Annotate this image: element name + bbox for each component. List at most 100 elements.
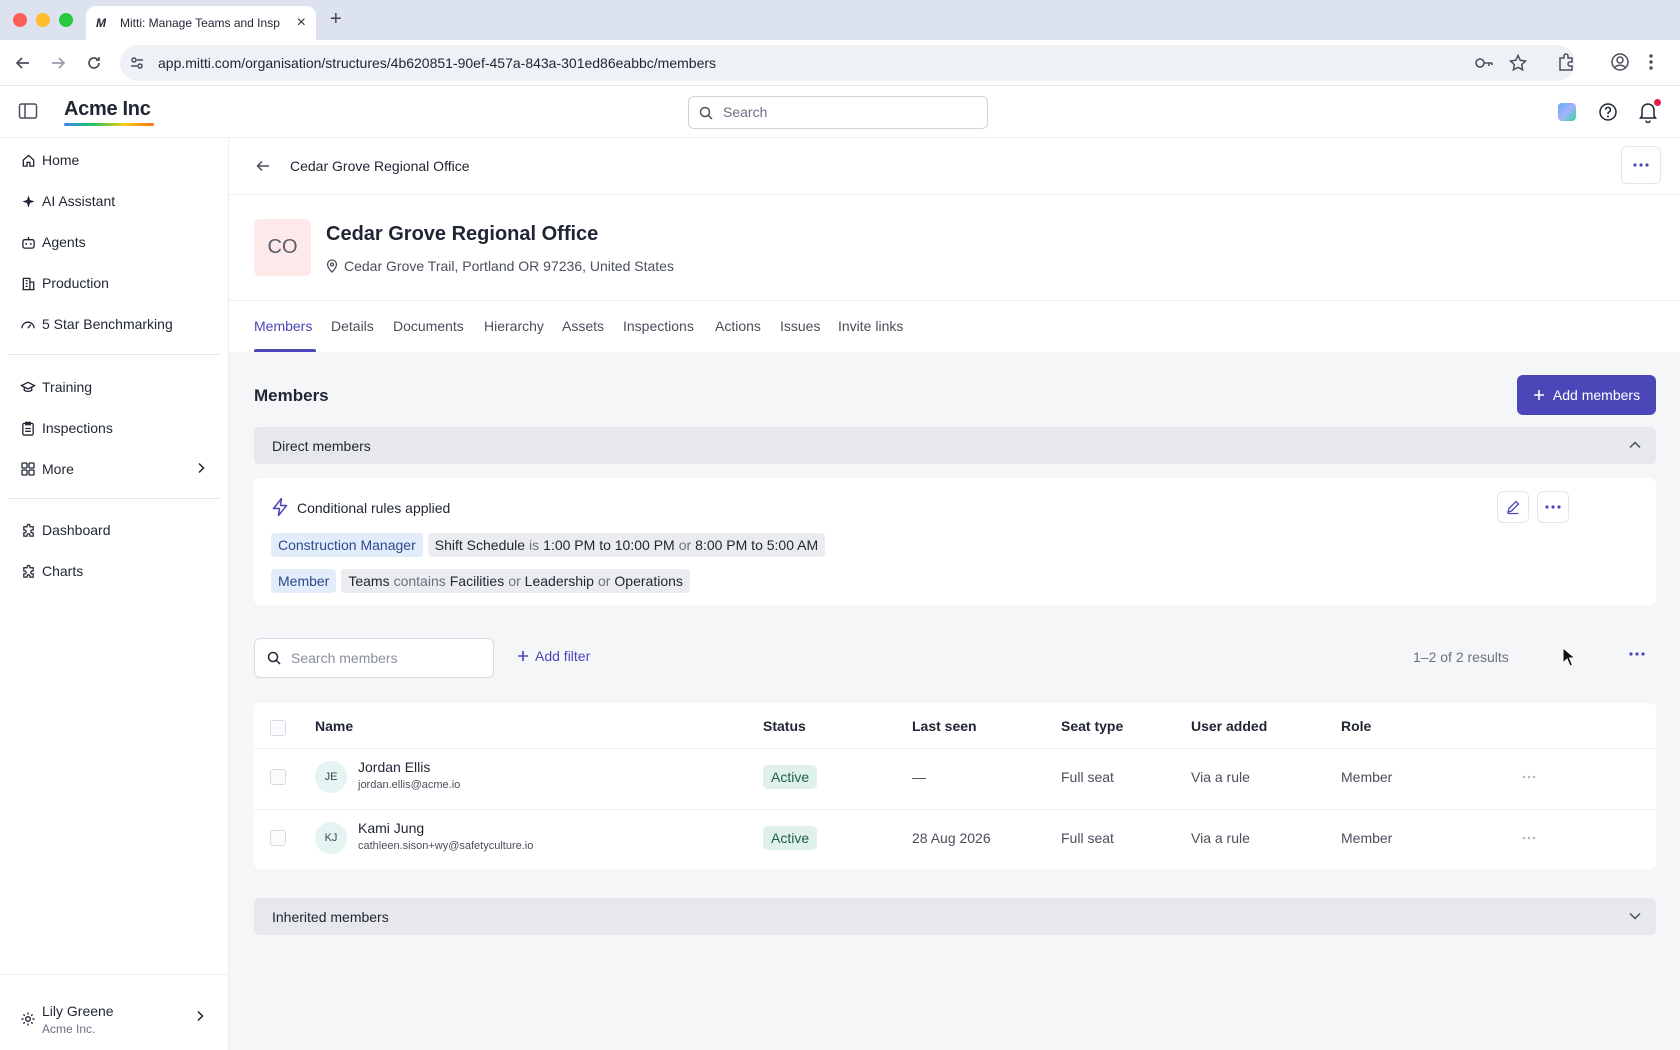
window-minimize-button[interactable]: [36, 13, 50, 27]
add-filter-button[interactable]: Add filter: [517, 648, 590, 664]
tab-close-icon[interactable]: ×: [297, 14, 306, 32]
rule-or: or: [508, 573, 521, 589]
browser-menu-icon[interactable]: [1648, 52, 1654, 72]
gauge-icon: [20, 316, 36, 332]
user-menu[interactable]: Lily Greene Acme Inc.: [0, 974, 229, 1050]
sidebar-item-label: More: [42, 461, 74, 477]
sidebar-item-agents[interactable]: Agents: [8, 224, 221, 260]
profile-icon[interactable]: [1610, 52, 1630, 72]
tab-invite-links[interactable]: Invite links: [838, 318, 903, 334]
main-content: Cedar Grove Regional Office CO Cedar Gro…: [229, 138, 1680, 1050]
column-header-name[interactable]: Name: [315, 718, 353, 734]
breadcrumb-title: Cedar Grove Regional Office: [290, 158, 470, 174]
rules-more-button[interactable]: [1537, 491, 1569, 523]
sidebar-toggle-icon[interactable]: [18, 102, 38, 120]
building-icon: [20, 275, 36, 291]
sidebar-item-dashboard[interactable]: Dashboard: [8, 512, 221, 548]
add-members-button[interactable]: Add members: [1517, 375, 1656, 415]
password-key-icon[interactable]: [1474, 54, 1494, 72]
org-address: Cedar Grove Trail, Portland OR 97236, Un…: [326, 258, 674, 274]
new-tab-button[interactable]: +: [330, 8, 342, 31]
tab-details[interactable]: Details: [331, 318, 374, 334]
url-text[interactable]: app.mitti.com/organisation/structures/4b…: [158, 55, 716, 71]
search-icon: [267, 651, 281, 665]
members-table: Name Status Last seen Seat type User add…: [254, 703, 1656, 869]
browser-tab[interactable]: M Mitti: Manage Teams and Insp ×: [86, 6, 316, 40]
window-maximize-button[interactable]: [59, 13, 73, 27]
active-tab-indicator: [254, 349, 316, 352]
sidebar-item-inspections[interactable]: Inspections: [8, 410, 221, 446]
help-icon[interactable]: [1598, 102, 1618, 122]
window-close-button[interactable]: [13, 13, 27, 27]
global-search[interactable]: [688, 96, 988, 129]
rule-value: 1:00 PM to 10:00 PM: [543, 537, 675, 553]
reload-icon[interactable]: [83, 52, 105, 74]
row-checkbox[interactable]: [270, 769, 286, 785]
tab-issues[interactable]: Issues: [780, 318, 820, 334]
sidebar-item-training[interactable]: Training: [8, 369, 221, 405]
row-more-icon[interactable]: [1522, 775, 1536, 779]
address-bar[interactable]: app.mitti.com/organisation/structures/4b…: [120, 45, 1575, 81]
tab-actions[interactable]: Actions: [715, 318, 761, 334]
sidebar-item-home[interactable]: Home: [8, 142, 221, 178]
rule-field: Teams: [348, 573, 390, 589]
app-logo[interactable]: Acme Inc: [64, 98, 151, 121]
bookmark-star-icon[interactable]: [1508, 53, 1528, 73]
tabs-divider: [229, 300, 1680, 301]
seat-type: Full seat: [1061, 830, 1114, 846]
app-topbar: Acme Inc: [0, 86, 1680, 138]
sidebar-item-ai-assistant[interactable]: AI Assistant: [8, 183, 221, 219]
rule-value: Operations: [614, 573, 683, 589]
pencil-icon: [1507, 500, 1520, 515]
tab-assets[interactable]: Assets: [562, 318, 604, 334]
clipboard-icon: [20, 420, 36, 436]
direct-members-section[interactable]: Direct members: [254, 427, 1656, 464]
grid-icon: [20, 461, 36, 477]
tab-documents[interactable]: Documents: [393, 318, 464, 334]
sidebar-item-label: Inspections: [42, 420, 113, 436]
extensions-icon[interactable]: [1556, 52, 1576, 72]
back-icon[interactable]: [12, 52, 34, 74]
sidebar-item-more[interactable]: More: [8, 451, 221, 487]
rule-value: Leadership: [524, 573, 594, 589]
user-org: Acme Inc.: [42, 1022, 96, 1036]
page-more-button[interactable]: [1621, 146, 1661, 184]
sparkle-icon: [20, 193, 36, 209]
add-members-label: Add members: [1552, 387, 1641, 403]
member-name[interactable]: Jordan Ellis: [358, 759, 430, 775]
global-search-input[interactable]: [723, 104, 973, 120]
column-header-status[interactable]: Status: [763, 718, 806, 734]
sidebar-item-charts[interactable]: Charts: [8, 553, 221, 589]
sidebar-item-production[interactable]: Production: [8, 265, 221, 301]
notification-dot: [1654, 99, 1661, 106]
member-search[interactable]: [254, 638, 494, 678]
sidebar-item-label: Agents: [42, 234, 86, 250]
results-count: 1–2 of 2 results: [1413, 649, 1509, 665]
rule-row-1: Construction Manager Shift Schedule is 1…: [271, 533, 826, 557]
sidebar-item-5-star-benchmarking[interactable]: 5 Star Benchmarking: [8, 306, 221, 342]
tab-members[interactable]: Members: [254, 318, 312, 334]
row-more-icon[interactable]: [1522, 836, 1536, 840]
column-header-user-added[interactable]: User added: [1191, 718, 1267, 734]
column-header-role[interactable]: Role: [1341, 718, 1371, 734]
back-arrow-icon[interactable]: [255, 158, 271, 174]
select-all-checkbox[interactable]: [270, 720, 286, 736]
role: Member: [1341, 830, 1393, 846]
tab-hierarchy[interactable]: Hierarchy: [484, 318, 544, 334]
chevron-right-icon: [197, 1010, 204, 1022]
member-name[interactable]: Kami Jung: [358, 820, 424, 836]
member-search-input[interactable]: [291, 650, 481, 666]
row-checkbox[interactable]: [270, 830, 286, 846]
more-horizontal-icon[interactable]: [1629, 652, 1645, 656]
tab-inspections[interactable]: Inspections: [623, 318, 694, 334]
column-header-last-seen[interactable]: Last seen: [912, 718, 977, 734]
column-header-seat-type[interactable]: Seat type: [1061, 718, 1123, 734]
app-switcher-icon[interactable]: [1558, 103, 1576, 121]
user-added: Via a rule: [1191, 830, 1250, 846]
edit-rules-button[interactable]: [1497, 491, 1529, 523]
forward-icon[interactable]: [47, 52, 69, 74]
site-settings-icon[interactable]: [128, 54, 146, 72]
breadcrumb: Cedar Grove Regional Office: [229, 138, 1680, 195]
rule-or: or: [597, 573, 611, 589]
inherited-members-section[interactable]: Inherited members: [254, 898, 1656, 935]
